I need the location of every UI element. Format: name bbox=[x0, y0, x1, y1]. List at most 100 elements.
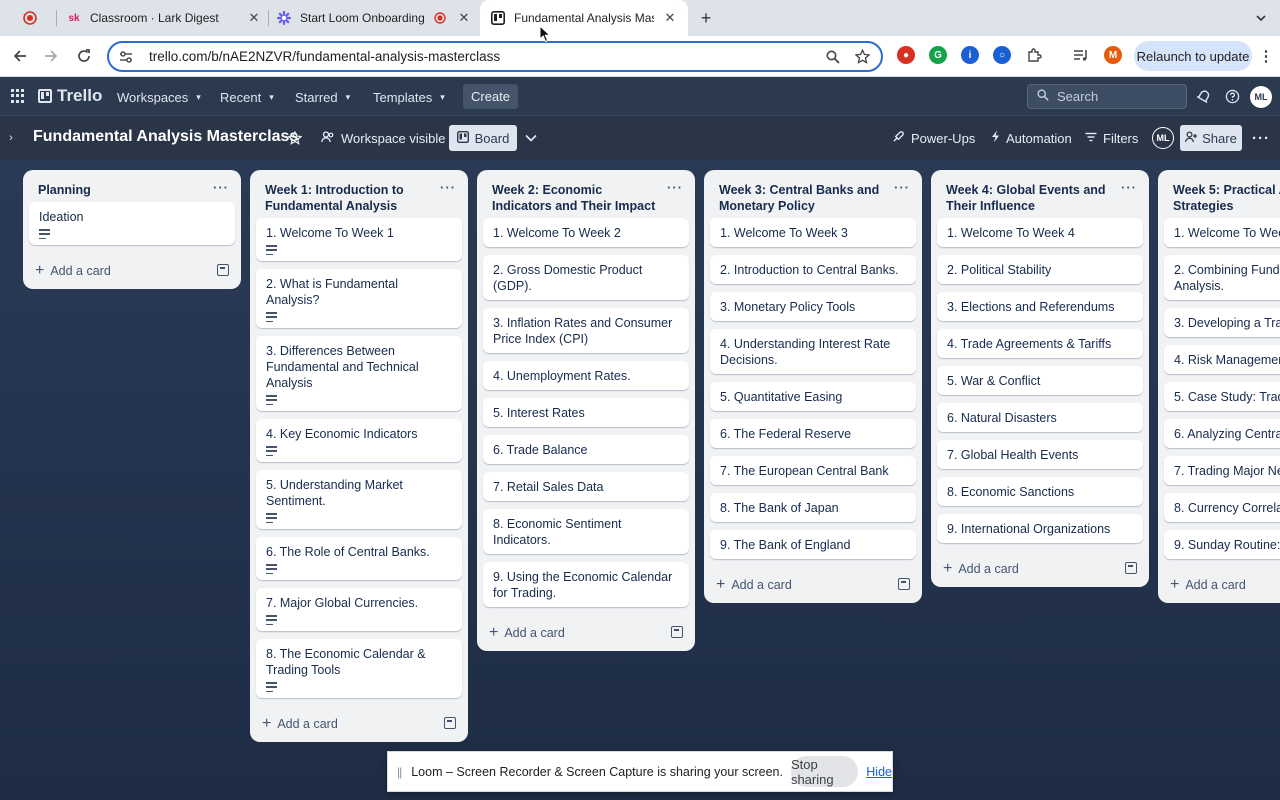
list-actions-icon[interactable]: ··· bbox=[894, 180, 910, 196]
visibility-button[interactable]: Workspace visible bbox=[321, 128, 446, 148]
search-input[interactable]: Search bbox=[1027, 84, 1187, 109]
nav-starred[interactable]: Starred ▾ bbox=[295, 85, 350, 109]
card[interactable]: 6. The Role of Central Banks. bbox=[256, 537, 462, 580]
tab-recording[interactable] bbox=[22, 0, 50, 36]
member-avatar[interactable]: ML bbox=[1250, 86, 1272, 108]
card[interactable]: 7. Global Health Events bbox=[937, 440, 1143, 469]
card[interactable]: 5. Case Study: Tradi bbox=[1164, 382, 1280, 411]
tab-search-chevron-icon[interactable] bbox=[1250, 8, 1272, 28]
card[interactable]: 4. Key Economic Indicators bbox=[256, 419, 462, 462]
browser-menu-icon[interactable]: ⋮ bbox=[1259, 46, 1274, 66]
nav-recent[interactable]: Recent ▾ bbox=[220, 85, 274, 109]
close-icon[interactable]: ✕ bbox=[662, 10, 678, 26]
card[interactable]: 5. Interest Rates bbox=[483, 398, 689, 427]
tab-loom-onboarding[interactable]: Start Loom Onboarding | L ✕ bbox=[276, 0, 472, 36]
add-card-button[interactable]: + Add a card bbox=[23, 253, 241, 289]
card[interactable]: 2. Combining Fundar Technical Analysis. bbox=[1164, 255, 1280, 300]
list-actions-icon[interactable]: ··· bbox=[1121, 180, 1137, 196]
list-title[interactable]: Week 5: Practical Ap and Strategies··· bbox=[1158, 170, 1280, 218]
list-title[interactable]: Week 2: Economic Indicators and Their Im… bbox=[477, 170, 695, 218]
zoom-search-icon[interactable] bbox=[823, 47, 843, 67]
card[interactable]: 4. Trade Agreements & Tariffs bbox=[937, 329, 1143, 358]
reload-button[interactable] bbox=[73, 45, 95, 67]
card[interactable]: 2. Introduction to Central Banks. bbox=[710, 255, 916, 284]
profile-avatar[interactable]: M bbox=[1104, 46, 1122, 64]
list-actions-icon[interactable]: ··· bbox=[213, 180, 229, 196]
add-card-button[interactable]: + Add a card bbox=[250, 706, 468, 742]
card[interactable]: 1. Welcome To Week 1 bbox=[256, 218, 462, 261]
card[interactable]: 1. Welcome To Week 4 bbox=[937, 218, 1143, 247]
media-queue-icon[interactable] bbox=[1072, 46, 1090, 64]
back-button[interactable] bbox=[9, 45, 31, 67]
view-switcher-chevron-icon[interactable] bbox=[525, 128, 537, 148]
card[interactable]: 3. Differences Between Fundamental and T… bbox=[256, 336, 462, 411]
list-actions-icon[interactable]: ··· bbox=[667, 180, 683, 196]
tab-fundamental-analysis[interactable]: Fundamental Analysis Master ✕ bbox=[480, 0, 688, 36]
card[interactable]: 1. Welcome To Week 2 bbox=[483, 218, 689, 247]
notifications-bell-icon[interactable] bbox=[1195, 87, 1213, 105]
add-card-button[interactable]: + Add a card bbox=[931, 551, 1149, 587]
card[interactable]: 6. Trade Balance bbox=[483, 435, 689, 464]
share-button[interactable]: Share bbox=[1180, 125, 1242, 151]
card[interactable]: 6. Analyzing Central Statements. bbox=[1164, 419, 1280, 448]
card[interactable]: 7. The European Central Bank bbox=[710, 456, 916, 485]
card[interactable]: 9. The Bank of England bbox=[710, 530, 916, 559]
card[interactable]: 8. The Bank of Japan bbox=[710, 493, 916, 522]
card[interactable]: 2. What is Fundamental Analysis? bbox=[256, 269, 462, 328]
card[interactable]: 7. Retail Sales Data bbox=[483, 472, 689, 501]
card[interactable]: 8. The Economic Calendar & Trading Tools bbox=[256, 639, 462, 698]
board-member-avatar[interactable]: ML bbox=[1152, 127, 1174, 149]
power-ups-button[interactable]: Power-Ups bbox=[892, 128, 975, 148]
bookmark-star-icon[interactable] bbox=[852, 47, 872, 67]
add-card-button[interactable]: + Add a card bbox=[1158, 567, 1280, 603]
card[interactable]: 3. Elections and Referendums bbox=[937, 292, 1143, 321]
card[interactable]: 5. Quantitative Easing bbox=[710, 382, 916, 411]
extension-recorder-icon[interactable]: ● bbox=[897, 46, 915, 64]
help-icon[interactable] bbox=[1223, 87, 1241, 105]
new-tab-button[interactable]: + bbox=[696, 8, 716, 28]
drag-handle-icon[interactable]: || bbox=[397, 765, 402, 779]
card[interactable]: 4. Understanding Interest Rate Decisions… bbox=[710, 329, 916, 374]
card[interactable]: 1. Welcome To Week 3 bbox=[710, 218, 916, 247]
card[interactable]: 3. Inflation Rates and Consumer Price In… bbox=[483, 308, 689, 353]
card[interactable]: 9. International Organizations bbox=[937, 514, 1143, 543]
create-from-template-icon[interactable] bbox=[1125, 562, 1137, 574]
card[interactable]: 2. Gross Domestic Product (GDP). bbox=[483, 255, 689, 300]
stop-sharing-button[interactable]: Stop sharing bbox=[790, 756, 859, 787]
hide-link[interactable]: Hide bbox=[866, 765, 892, 779]
relaunch-button[interactable]: Relaunch to update bbox=[1134, 41, 1252, 71]
nav-workspaces[interactable]: Workspaces ▾ bbox=[117, 85, 201, 109]
board-view-button[interactable]: Board bbox=[449, 125, 517, 151]
trello-logo[interactable]: Trello bbox=[38, 85, 102, 107]
board-title[interactable]: Fundamental Analysis Masterclass bbox=[33, 128, 298, 146]
create-from-template-icon[interactable] bbox=[898, 578, 910, 590]
close-icon[interactable]: ✕ bbox=[246, 10, 262, 26]
card[interactable]: 1. Welcome To Week bbox=[1164, 218, 1280, 247]
extension-grammarly-icon[interactable]: G bbox=[929, 46, 947, 64]
site-settings-icon[interactable] bbox=[117, 48, 135, 66]
close-icon[interactable]: ✕ bbox=[456, 10, 472, 26]
card[interactable]: 8. Economic Sanctions bbox=[937, 477, 1143, 506]
add-card-button[interactable]: + Add a card bbox=[477, 615, 695, 651]
card[interactable]: 6. Natural Disasters bbox=[937, 403, 1143, 432]
forward-button[interactable] bbox=[40, 45, 62, 67]
address-bar[interactable]: trello.com/b/nAE2NZVR/fundamental-analys… bbox=[107, 41, 883, 72]
automation-button[interactable]: Automation bbox=[991, 128, 1072, 148]
card[interactable]: 9. Using the Economic Calendar for Tradi… bbox=[483, 562, 689, 607]
card[interactable]: 8. Economic Sentiment Indicators. bbox=[483, 509, 689, 554]
card[interactable]: 3. Monetary Policy Tools bbox=[710, 292, 916, 321]
card[interactable]: 3. Developing a Trad bbox=[1164, 308, 1280, 337]
add-card-button[interactable]: + Add a card bbox=[704, 567, 922, 603]
sidebar-expand-chevron-icon[interactable]: › bbox=[0, 128, 22, 148]
card[interactable]: 5. Understanding Market Sentiment. bbox=[256, 470, 462, 529]
card[interactable]: 7. Trading Major New bbox=[1164, 456, 1280, 485]
create-from-template-icon[interactable] bbox=[671, 626, 683, 638]
card[interactable]: 4. Risk Management bbox=[1164, 345, 1280, 374]
list-title[interactable]: Planning ··· bbox=[23, 170, 241, 202]
create-from-template-icon[interactable] bbox=[217, 264, 229, 276]
extension-circle-icon[interactable]: ○ bbox=[993, 46, 1011, 64]
list-title[interactable]: Week 3: Central Banks and Monetary Polic… bbox=[704, 170, 922, 218]
card[interactable]: 2. Political Stability bbox=[937, 255, 1143, 284]
card[interactable]: 7. Major Global Currencies. bbox=[256, 588, 462, 631]
extensions-puzzle-icon[interactable] bbox=[1025, 46, 1043, 64]
